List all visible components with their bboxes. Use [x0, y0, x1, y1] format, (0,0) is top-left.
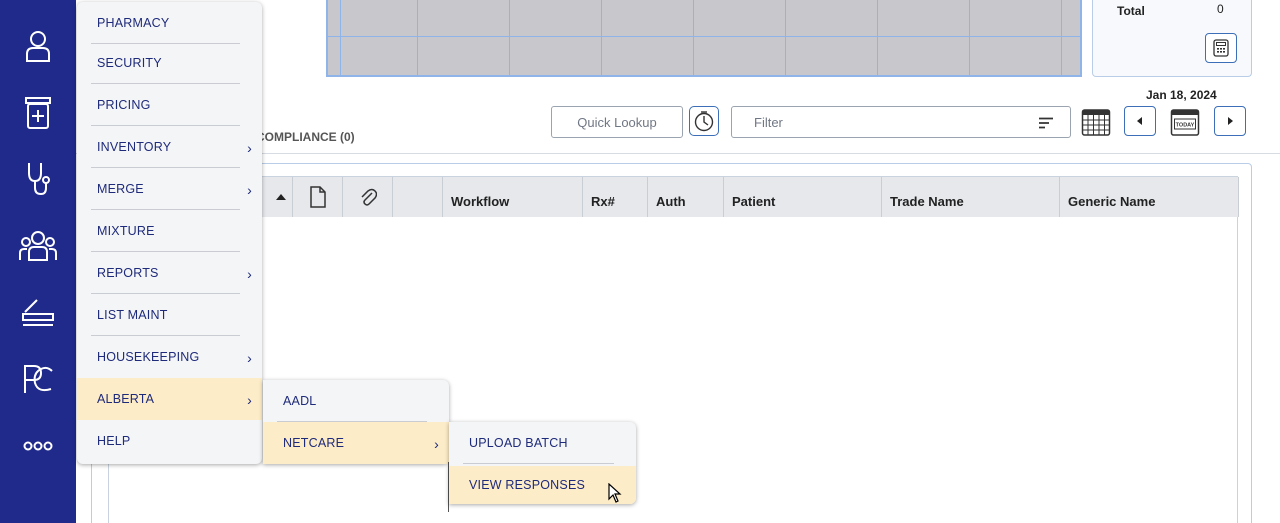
menu-item-security[interactable]: SECURITY	[77, 42, 262, 84]
document-icon[interactable]	[293, 177, 343, 217]
today-calendar-icon[interactable]: TODAY	[1169, 106, 1201, 138]
chevron-right-icon: ›	[247, 140, 252, 156]
menu-item-netcare[interactable]: NETCARE ›	[263, 422, 449, 464]
scanner-icon[interactable]	[0, 283, 76, 343]
more-dots-icon[interactable]	[0, 416, 76, 476]
table-header: Workflow Rx# Auth Patient Trade Name Gen…	[109, 177, 1239, 217]
total-panel: Total 0	[1092, 0, 1252, 77]
menu-item-inventory[interactable]: INVENTORY ›	[77, 126, 262, 168]
prescription-table-frame: Workflow Rx# Auth Patient Trade Name Gen…	[91, 163, 1252, 523]
header-patient[interactable]: Patient	[724, 177, 882, 217]
header-auth[interactable]: Auth	[648, 177, 724, 217]
header-rx[interactable]: Rx#	[583, 177, 648, 217]
menu-item-housekeeping[interactable]: HOUSEKEEPING ›	[77, 336, 262, 378]
mouse-cursor-icon	[608, 482, 622, 508]
menu-item-aadl[interactable]: AADL	[263, 380, 449, 422]
group-icon[interactable]	[0, 216, 76, 276]
header-workflow[interactable]: Workflow	[443, 177, 583, 217]
menu-item-list-maint[interactable]: LIST MAINT	[77, 294, 262, 336]
total-label: Total	[1117, 4, 1145, 18]
header-trade-name[interactable]: Trade Name	[882, 177, 1060, 217]
alberta-submenu: AADL NETCARE ›	[263, 380, 449, 464]
filter-input[interactable]: Filter	[731, 106, 1071, 138]
sort-lines-icon[interactable]	[1038, 117, 1054, 132]
today-label: TODAY	[1176, 123, 1195, 129]
filter-placeholder: Filter	[754, 114, 783, 130]
header-generic-name[interactable]: Generic Name	[1060, 177, 1239, 217]
summary-grid	[326, 0, 1082, 77]
calculator-icon[interactable]	[1205, 33, 1237, 63]
total-value: 0	[1217, 2, 1224, 16]
current-date: Jan 18, 2024	[1146, 88, 1217, 102]
quick-lookup-input[interactable]: Quick Lookup	[551, 106, 683, 138]
chevron-right-icon: ›	[434, 436, 439, 452]
menu-item-help[interactable]: HELP	[77, 420, 262, 462]
pharmacy-jar-icon[interactable]	[0, 83, 76, 143]
menu-item-upload-batch[interactable]: UPLOAD BATCH	[449, 422, 636, 464]
tab-compliance[interactable]: COMPLIANCE (0)	[256, 130, 355, 144]
blank-column	[393, 177, 443, 217]
menu-item-merge[interactable]: MERGE ›	[77, 168, 262, 210]
paperclip-icon[interactable]	[343, 177, 393, 217]
next-date-button[interactable]	[1214, 106, 1246, 136]
user-icon[interactable]	[0, 16, 76, 76]
prev-date-button[interactable]	[1124, 106, 1156, 136]
chevron-right-icon: ›	[247, 182, 252, 198]
sort-up-icon[interactable]	[269, 177, 293, 217]
main-menu: PHARMACY SECURITY PRICING INVENTORY › MER…	[77, 2, 262, 464]
stethoscope-icon[interactable]	[0, 149, 76, 209]
menu-item-pricing[interactable]: PRICING	[77, 84, 262, 126]
timer-icon[interactable]	[689, 106, 719, 136]
chevron-right-icon: ›	[247, 266, 252, 282]
pc-logo-icon[interactable]	[0, 349, 76, 409]
menu-item-mixture[interactable]: MIXTURE	[77, 210, 262, 252]
nav-rail	[0, 0, 76, 523]
chevron-right-icon: ›	[247, 350, 252, 366]
calendar-grid-icon[interactable]	[1080, 106, 1112, 138]
menu-item-pharmacy[interactable]: PHARMACY	[77, 2, 262, 44]
menu-item-reports[interactable]: REPORTS ›	[77, 252, 262, 294]
prescription-table: Workflow Rx# Auth Patient Trade Name Gen…	[108, 176, 1239, 523]
menu-item-alberta[interactable]: ALBERTA ›	[77, 378, 262, 420]
chevron-right-icon: ›	[247, 392, 252, 408]
